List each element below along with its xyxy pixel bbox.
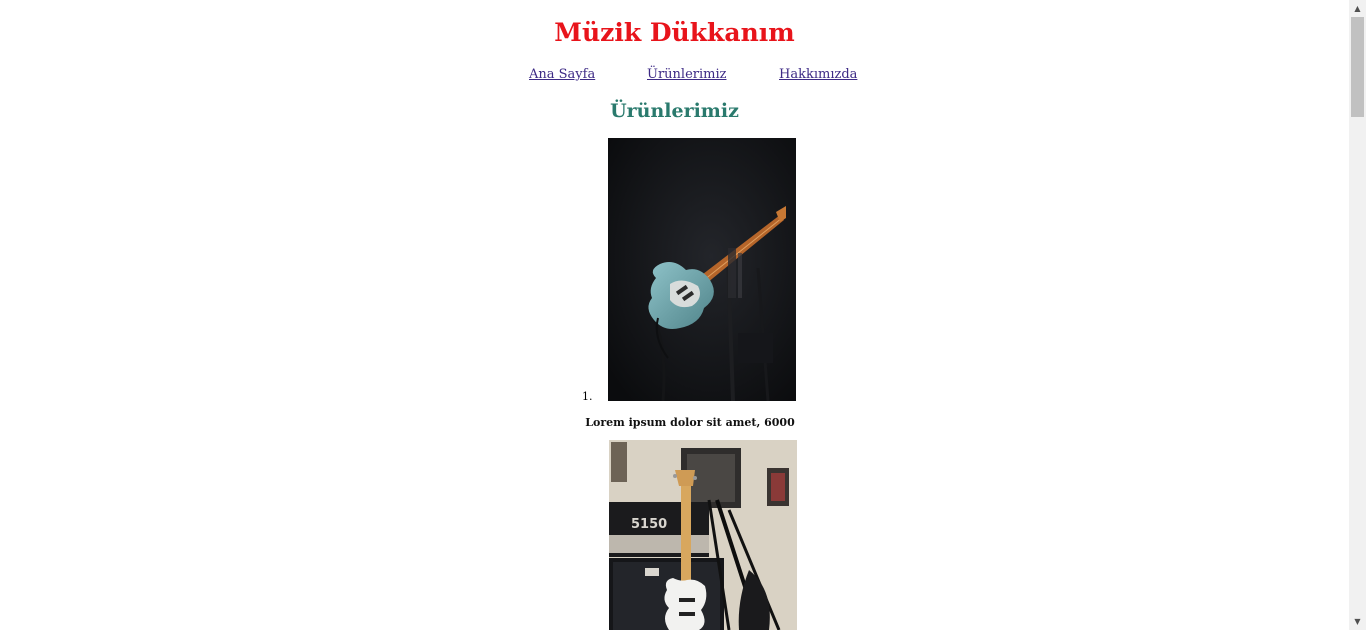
nav-link-about[interactable]: Hakkımızda [779,66,857,84]
svg-text:5150: 5150 [631,517,667,532]
product-caption: Lorem ipsum dolor sit amet, 6000 [585,416,795,429]
list-marker: 1. [582,390,593,403]
white-guitar-amp-room-image: 5150 [609,440,797,630]
vertical-scrollbar[interactable]: ▲ ▼ [1349,0,1366,630]
main-nav: Ana Sayfa Ürünlerimiz Hakkımızda [0,66,1349,86]
scroll-thumb[interactable] [1351,17,1364,117]
product-image-guitar-dark[interactable] [608,138,796,401]
site-title: Müzik Dükkanım [554,18,795,47]
scroll-up-arrow-icon[interactable]: ▲ [1349,0,1366,17]
products-heading: Ürünlerimiz [610,100,739,122]
nav-link-home[interactable]: Ana Sayfa [529,66,595,84]
product-image-guitar-white[interactable]: 5150 [609,440,797,630]
electric-guitar-dark-stage-image [608,138,796,401]
nav-link-products[interactable]: Ürünlerimiz [647,66,726,84]
page: Müzik Dükkanım Ana Sayfa Ürünlerimiz Hak… [0,0,1349,630]
scroll-down-arrow-icon[interactable]: ▼ [1349,613,1366,630]
